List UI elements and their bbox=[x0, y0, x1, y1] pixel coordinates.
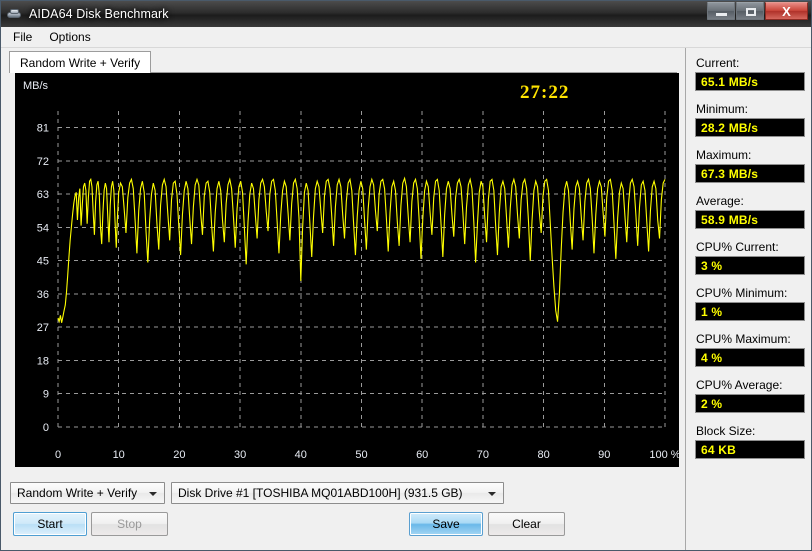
stat-maximum-value: 67.3 MB/s bbox=[695, 164, 805, 183]
stat-cpu-current-value: 3 % bbox=[695, 256, 805, 275]
maximize-icon bbox=[746, 8, 756, 16]
x-tick-label: 20 bbox=[173, 449, 185, 461]
stat-block-size-label: Block Size: bbox=[696, 424, 756, 438]
minimize-button[interactable] bbox=[707, 2, 735, 20]
test-type-select[interactable]: Random Write + Verify bbox=[10, 482, 165, 504]
stat-cpu-current-label: CPU% Current: bbox=[696, 240, 779, 254]
start-button[interactable]: Start bbox=[13, 512, 87, 536]
y-tick-label: 81 bbox=[37, 123, 49, 135]
stat-cpu-current: CPU% Current: 3 % bbox=[695, 240, 811, 275]
test-type-value: Random Write + Verify bbox=[17, 486, 138, 500]
menu-item-file[interactable]: File bbox=[8, 28, 40, 46]
maximize-button[interactable] bbox=[736, 2, 764, 20]
x-tick-label: 100 % bbox=[649, 449, 679, 461]
x-tick-label: 80 bbox=[537, 449, 549, 461]
stat-minimum-label: Minimum: bbox=[696, 102, 749, 116]
stat-maximum-label: Maximum: bbox=[696, 148, 752, 162]
x-axis-labels: 0 10 20 30 40 50 60 70 80 90 100 % bbox=[55, 449, 681, 461]
close-icon: X bbox=[782, 4, 791, 19]
menu-bar: File Options bbox=[1, 27, 811, 48]
x-tick-label: 50 bbox=[355, 449, 367, 461]
y-tick-label: 54 bbox=[37, 222, 49, 234]
save-button[interactable]: Save bbox=[409, 512, 483, 536]
statistics-pane: Current: 65.1 MB/s Minimum: 28.2 MB/s Maximu… bbox=[685, 48, 811, 550]
chevron-down-icon bbox=[488, 492, 496, 496]
chevron-down-icon bbox=[149, 492, 157, 496]
y-tick-label: 0 bbox=[43, 422, 49, 434]
benchmark-chart: MB/s 27:22 0 9 18 27 36 45 54 63 72 81 bbox=[15, 73, 679, 445]
stat-minimum-value: 28.2 MB/s bbox=[695, 118, 805, 137]
stat-cpu-minimum-value: 1 % bbox=[695, 302, 805, 321]
x-tick-label: 40 bbox=[295, 449, 307, 461]
close-button[interactable]: X bbox=[765, 2, 808, 20]
stat-current-label: Current: bbox=[696, 56, 740, 70]
bottom-controls: Random Write + Verify Disk Drive #1 [TOS… bbox=[1, 474, 685, 550]
stat-current-value: 65.1 MB/s bbox=[695, 72, 805, 91]
minimize-icon bbox=[716, 13, 727, 16]
stat-maximum: Maximum: 67.3 MB/s bbox=[695, 148, 811, 183]
menu-item-options[interactable]: Options bbox=[44, 28, 98, 46]
y-tick-label: 27 bbox=[37, 322, 49, 334]
stat-cpu-average-label: CPU% Average: bbox=[696, 378, 783, 392]
y-tick-label: 45 bbox=[37, 256, 49, 268]
stat-cpu-maximum-value: 4 % bbox=[695, 348, 805, 367]
stat-cpu-minimum: CPU% Minimum: 1 % bbox=[695, 286, 811, 321]
x-tick-label: 30 bbox=[234, 449, 246, 461]
stat-average-label: Average: bbox=[696, 194, 744, 208]
drive-value: Disk Drive #1 [TOSHIBA MQ01ABD100H] (931… bbox=[178, 486, 463, 500]
body-area: Random Write + Verify MB/s 27:22 0 9 18 27 3… bbox=[1, 48, 811, 550]
left-pane: Random Write + Verify MB/s 27:22 0 9 18 27 3… bbox=[1, 48, 685, 550]
stop-button: Stop bbox=[91, 512, 168, 536]
x-tick-label: 70 bbox=[477, 449, 489, 461]
window-controls: X bbox=[707, 2, 808, 20]
stat-current: Current: 65.1 MB/s bbox=[695, 56, 811, 91]
tab-strip: Random Write + Verify bbox=[9, 51, 685, 73]
stat-cpu-maximum-label: CPU% Maximum: bbox=[696, 332, 791, 346]
chart-plot: 0 9 18 27 36 45 54 63 72 81 bbox=[37, 111, 666, 434]
stat-average-value: 58.9 MB/s bbox=[695, 210, 805, 229]
x-tick-label: 0 bbox=[55, 449, 61, 461]
tab-random-write-verify[interactable]: Random Write + Verify bbox=[9, 51, 152, 73]
clear-button[interactable]: Clear bbox=[488, 512, 565, 536]
x-axis-strip: 0 10 20 30 40 50 60 70 80 90 100 % bbox=[15, 445, 681, 467]
chart-area: MB/s 27:22 0 9 18 27 36 45 54 63 72 81 0 10 20 30 40 5… bbox=[9, 73, 681, 474]
window-title: AIDA64 Disk Benchmark bbox=[29, 7, 169, 21]
x-tick-label: 90 bbox=[598, 449, 610, 461]
x-tick-label: 60 bbox=[416, 449, 428, 461]
x-tick-label: 10 bbox=[113, 449, 125, 461]
stat-block-size-value: 64 KB bbox=[695, 440, 805, 459]
stat-block-size: Block Size: 64 KB bbox=[695, 424, 811, 459]
y-tick-label: 18 bbox=[37, 355, 49, 367]
stat-average: Average: 58.9 MB/s bbox=[695, 194, 811, 229]
stat-cpu-average-value: 2 % bbox=[695, 394, 805, 413]
stat-cpu-maximum: CPU% Maximum: 4 % bbox=[695, 332, 811, 367]
y-tick-label: 9 bbox=[43, 389, 49, 401]
stat-cpu-minimum-label: CPU% Minimum: bbox=[696, 286, 788, 300]
title-bar: AIDA64 Disk Benchmark X bbox=[1, 1, 811, 27]
drive-select[interactable]: Disk Drive #1 [TOSHIBA MQ01ABD100H] (931… bbox=[171, 482, 504, 504]
y-tick-label: 63 bbox=[37, 189, 49, 201]
stat-cpu-average: CPU% Average: 2 % bbox=[695, 378, 811, 413]
y-tick-label: 36 bbox=[37, 289, 49, 301]
aida64-disk-benchmark-window: AIDA64 Disk Benchmark X File Options Ran… bbox=[0, 0, 812, 551]
y-tick-label: 72 bbox=[37, 156, 49, 168]
stat-minimum: Minimum: 28.2 MB/s bbox=[695, 102, 811, 137]
disk-icon bbox=[6, 6, 23, 23]
